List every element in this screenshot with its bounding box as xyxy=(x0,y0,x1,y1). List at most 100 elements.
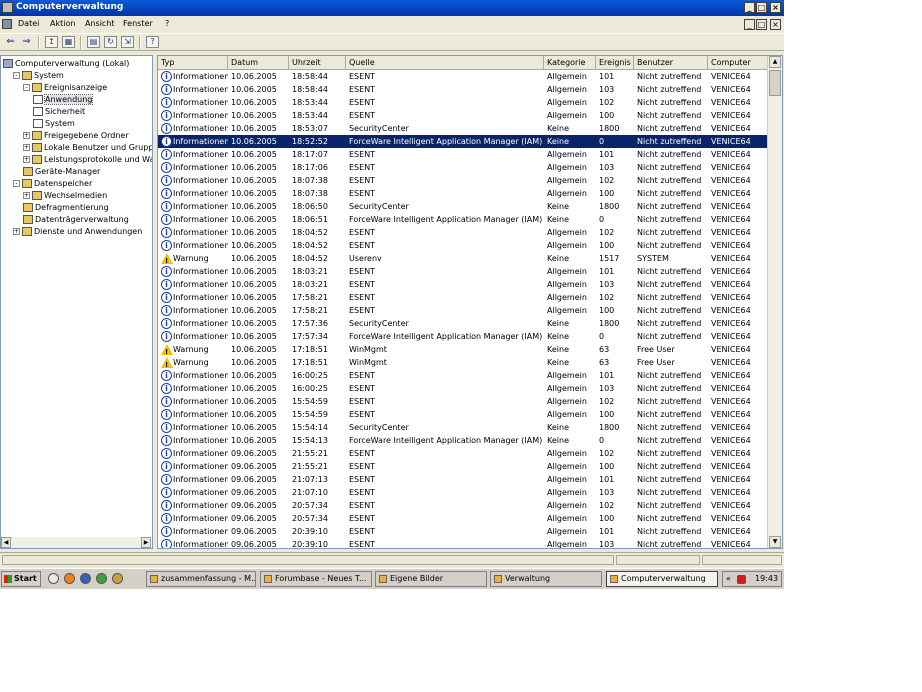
taskbar-button[interactable]: zusammenfassung - M... xyxy=(146,571,256,587)
table-row[interactable]: i Informationen 10.06.2005 17:57:34 ForceWar… xyxy=(158,330,768,343)
table-row[interactable]: i Informationen 09.06.2005 21:07:13 ESENT All… xyxy=(158,473,768,486)
table-row[interactable]: i Informationen 10.06.2005 18:53:44 ESENT All… xyxy=(158,96,768,109)
menu-window[interactable]: Fenster xyxy=(123,19,153,28)
tree-item[interactable]: + Leistungsprotokolle und Warnungen xyxy=(23,154,152,165)
table-row[interactable]: i Informationen 10.06.2005 18:04:52 ESENT All… xyxy=(158,239,768,252)
table-row[interactable]: i Informationen 09.06.2005 20:57:34 ESENT All… xyxy=(158,499,768,512)
column-header[interactable]: Kategorie xyxy=(544,56,596,69)
table-row[interactable]: i Informationen 10.06.2005 18:58:44 ESENT All… xyxy=(158,70,768,83)
table-row[interactable]: i Informationen 09.06.2005 20:39:10 ESENT All… xyxy=(158,538,768,548)
tree-item[interactable]: + Freigegebene Ordner xyxy=(23,130,129,141)
table-row[interactable]: i Informationen 09.06.2005 21:55:21 ESENT All… xyxy=(158,447,768,460)
app-shortcut-icon[interactable] xyxy=(112,573,123,584)
antivirus-tray-icon[interactable] xyxy=(737,575,746,584)
table-row[interactable]: i Informationen 10.06.2005 18:52:52 ForceWar… xyxy=(158,135,768,148)
collapse-icon[interactable]: - xyxy=(23,84,30,91)
media-icon[interactable] xyxy=(96,573,107,584)
expand-icon[interactable]: + xyxy=(23,192,30,199)
properties-icon[interactable]: ▤ xyxy=(87,36,100,48)
column-header[interactable]: Ereignis xyxy=(596,56,634,69)
tree-item[interactable]: Sicherheit xyxy=(33,106,85,117)
tree-item[interactable]: Datenträgerverwaltung xyxy=(23,214,129,225)
export-list-icon[interactable]: ⇲ xyxy=(121,36,134,48)
back-arrow-icon[interactable]: ⇐ xyxy=(4,36,17,48)
table-row[interactable]: i Informationen 09.06.2005 20:57:34 ESENT All… xyxy=(158,512,768,525)
event-list[interactable]: Typ Datum Uhrzeit Quelle Kategorie Ereignis Be… xyxy=(157,55,783,549)
tree-item[interactable]: Anwendung xyxy=(33,94,94,105)
column-header[interactable]: Quelle xyxy=(346,56,544,69)
show-tree-icon[interactable]: ▦ xyxy=(62,36,75,48)
table-row[interactable]: i Informationen 10.06.2005 17:58:21 ESENT All… xyxy=(158,304,768,317)
column-header[interactable]: Uhrzeit xyxy=(289,56,346,69)
collapse-icon[interactable]: - xyxy=(13,72,20,79)
table-row[interactable]: i Informationen 10.06.2005 16:00:25 ESENT All… xyxy=(158,382,768,395)
table-row[interactable]: i Informationen 10.06.2005 15:54:59 ESENT All… xyxy=(158,395,768,408)
tree-item[interactable]: + Dienste und Anwendungen xyxy=(13,226,142,237)
clock[interactable]: 19:43 xyxy=(755,572,778,586)
tree-item[interactable]: Computerverwaltung (Lokal) xyxy=(3,58,129,69)
column-header[interactable]: Computer xyxy=(708,56,770,69)
taskbar-button[interactable]: Verwaltung xyxy=(490,571,602,587)
console-tree[interactable]: Computerverwaltung (Lokal) - System - Ereign… xyxy=(0,55,153,549)
table-row[interactable]: i Informationen 09.06.2005 21:07:10 ESENT All… xyxy=(158,486,768,499)
console-icon[interactable] xyxy=(2,19,12,29)
refresh-icon[interactable]: ↻ xyxy=(104,36,117,48)
firefox-icon[interactable] xyxy=(64,573,75,584)
tree-item[interactable]: Defragmentierung xyxy=(23,202,109,213)
table-row[interactable]: i Informationen 09.06.2005 21:55:21 ESENT All… xyxy=(158,460,768,473)
close-button[interactable]: × xyxy=(770,2,781,13)
tree-item[interactable]: - Ereignisanzeige xyxy=(23,82,107,93)
scroll-left-icon[interactable]: ◀ xyxy=(1,537,11,548)
title-bar[interactable]: Computerverwaltung _ □ × xyxy=(0,0,784,16)
table-row[interactable]: i Informationen 10.06.2005 15:54:14 Security… xyxy=(158,421,768,434)
table-row[interactable]: i Informationen 10.06.2005 15:54:59 ESENT All… xyxy=(158,408,768,421)
column-header[interactable]: Typ xyxy=(158,56,228,69)
menu-file[interactable]: Datei xyxy=(18,19,39,28)
tree-item[interactable]: - System xyxy=(13,70,64,81)
menu-view[interactable]: Ansicht xyxy=(85,19,115,28)
taskbar-button[interactable]: Forumbase - Neues T... xyxy=(260,571,372,587)
up-level-icon[interactable]: ↥ xyxy=(45,36,58,48)
tree-item[interactable]: + Lokale Benutzer und Gruppen xyxy=(23,142,152,153)
scroll-down-icon[interactable]: ▼ xyxy=(769,536,781,548)
table-row[interactable]: i Informationen 10.06.2005 15:54:13 ForceWar… xyxy=(158,434,768,447)
menu-action[interactable]: Aktion xyxy=(50,19,75,28)
tree-item[interactable]: + Wechselmedien xyxy=(23,190,107,201)
child-close-button[interactable]: × xyxy=(770,19,781,30)
expand-icon[interactable]: + xyxy=(23,132,30,139)
column-header[interactable]: Datum xyxy=(228,56,289,69)
tree-item[interactable]: System xyxy=(33,118,75,129)
table-row[interactable]: i Informationen 10.06.2005 18:07:38 ESENT All… xyxy=(158,187,768,200)
expand-icon[interactable]: + xyxy=(13,228,20,235)
table-row[interactable]: i Informationen 10.06.2005 18:03:21 ESENT All… xyxy=(158,278,768,291)
tree-item[interactable]: Geräte-Manager xyxy=(23,166,100,177)
table-row[interactable]: i Informationen 10.06.2005 18:04:52 ESENT All… xyxy=(158,226,768,239)
table-row[interactable]: i Informationen 10.06.2005 18:06:50 Security… xyxy=(158,200,768,213)
taskbar-button[interactable]: Computerverwaltung xyxy=(606,571,718,587)
forward-arrow-icon[interactable]: ⇒ xyxy=(20,36,33,48)
scroll-up-icon[interactable]: ▲ xyxy=(769,56,781,68)
table-row[interactable]: i Informationen 10.06.2005 17:57:36 Security… xyxy=(158,317,768,330)
restore-button[interactable]: □ xyxy=(756,2,767,13)
table-row[interactable]: Warnung 10.06.2005 17:18:51 WinMgmt Keine 63 F… xyxy=(158,356,768,372)
taskbar-button[interactable]: Eigene Bilder xyxy=(375,571,487,587)
table-row[interactable]: i Informationen 10.06.2005 16:00:25 ESENT All… xyxy=(158,369,768,382)
table-row[interactable]: i Informationen 10.06.2005 18:53:07 Security… xyxy=(158,122,768,135)
start-button[interactable]: Start xyxy=(1,571,41,587)
tray-expand-icon[interactable]: « xyxy=(726,572,731,586)
child-minimize-button[interactable]: _ xyxy=(744,19,755,30)
tree-horizontal-scrollbar[interactable]: ◀ ▶ xyxy=(1,537,151,548)
table-row[interactable]: Warnung 10.06.2005 17:18:51 WinMgmt Keine 63 F… xyxy=(158,343,768,359)
minimize-button[interactable]: _ xyxy=(744,2,755,13)
scroll-thumb[interactable] xyxy=(769,70,781,96)
scroll-right-icon[interactable]: ▶ xyxy=(141,537,151,548)
expand-icon[interactable]: + xyxy=(23,156,30,163)
table-row[interactable]: i Informationen 10.06.2005 17:58:21 ESENT All… xyxy=(158,291,768,304)
child-restore-button[interactable]: □ xyxy=(756,19,767,30)
table-row[interactable]: i Informationen 10.06.2005 18:17:07 ESENT All… xyxy=(158,148,768,161)
table-row[interactable]: i Informationen 10.06.2005 18:03:21 ESENT All… xyxy=(158,265,768,278)
column-header[interactable]: Benutzer xyxy=(634,56,708,69)
help-icon[interactable]: ? xyxy=(146,36,159,48)
menu-help[interactable]: ? xyxy=(165,19,169,28)
collapse-icon[interactable]: - xyxy=(13,180,20,187)
